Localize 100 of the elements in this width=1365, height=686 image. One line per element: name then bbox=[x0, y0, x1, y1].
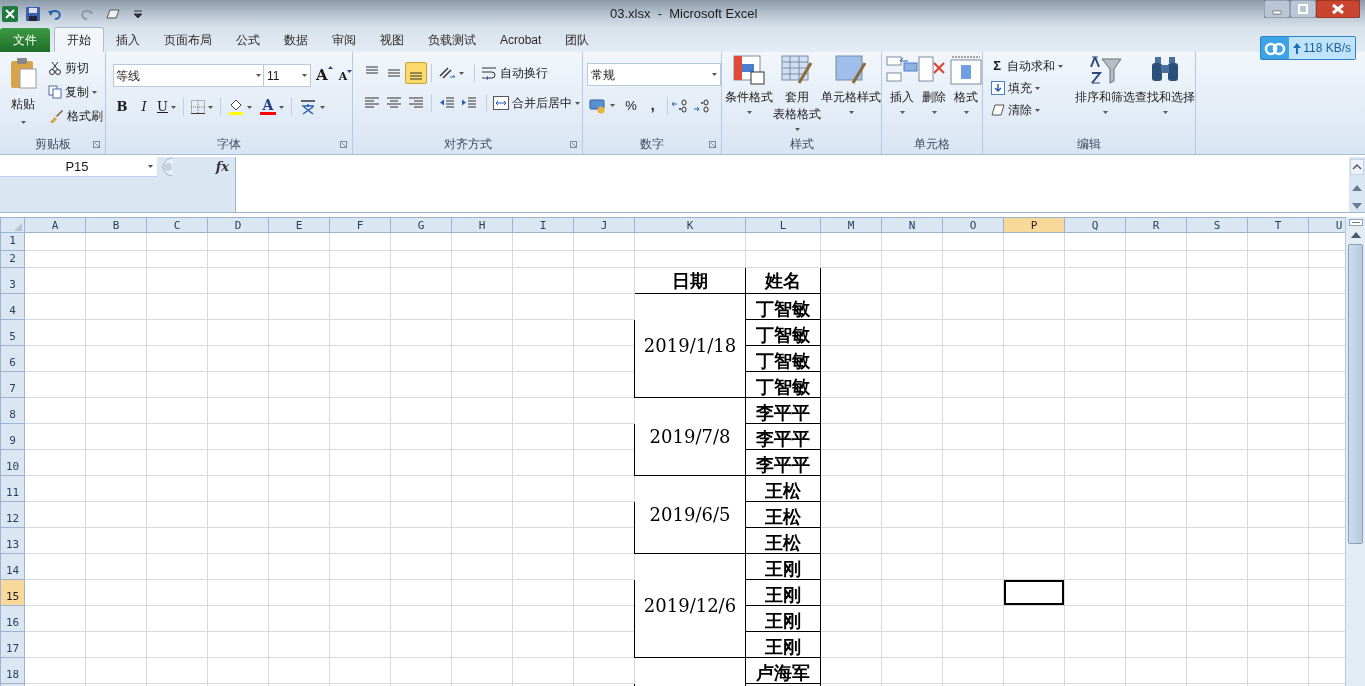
redo-icon[interactable] bbox=[80, 7, 94, 20]
paste-button[interactable]: 粘贴 bbox=[4, 52, 42, 134]
selected-cell[interactable] bbox=[1003, 579, 1065, 606]
italic-button[interactable]: I bbox=[135, 97, 153, 117]
scroll-thumb[interactable] bbox=[1348, 244, 1363, 544]
font-name-field[interactable]: 等线 bbox=[113, 64, 264, 87]
column-header[interactable]: K bbox=[634, 217, 746, 233]
borders-button[interactable] bbox=[190, 97, 213, 117]
undo-icon[interactable] bbox=[48, 7, 62, 20]
underline-button[interactable]: U bbox=[157, 97, 176, 117]
column-header[interactable]: Q bbox=[1064, 217, 1126, 233]
ribbon-button[interactable]: 删除 bbox=[918, 52, 951, 130]
column-header[interactable]: I bbox=[512, 217, 574, 233]
increase-decimal-icon[interactable] bbox=[671, 98, 688, 113]
row-header[interactable]: 15 bbox=[0, 579, 25, 606]
column-header[interactable]: L bbox=[745, 217, 821, 233]
expand-handle-icon[interactable] bbox=[159, 158, 173, 176]
select-all-corner[interactable] bbox=[0, 217, 25, 233]
close-button[interactable] bbox=[1316, 0, 1360, 18]
ribbon-tab[interactable]: 数据 bbox=[272, 28, 320, 52]
ribbon-tab[interactable]: 文件 bbox=[0, 28, 50, 52]
column-header[interactable]: M bbox=[820, 217, 882, 233]
font-size-field[interactable]: 11 bbox=[264, 64, 311, 87]
ribbon-button[interactable]: 插入 bbox=[886, 52, 919, 130]
row-header[interactable]: 9 bbox=[0, 423, 25, 450]
ribbon-button[interactable]: 填充 bbox=[989, 78, 1076, 98]
row-header[interactable]: 11 bbox=[0, 475, 25, 502]
row-header[interactable]: 13 bbox=[0, 527, 25, 554]
autosum-button[interactable]: Σ 自动求和 bbox=[989, 56, 1076, 76]
ribbon-button[interactable]: 单元格样式 bbox=[821, 52, 882, 130]
dialog-launcher-icon[interactable] bbox=[709, 141, 717, 148]
ribbon-button[interactable]: 套用 表格格式 bbox=[773, 52, 822, 130]
row-header[interactable]: 12 bbox=[0, 501, 25, 528]
ribbon-button[interactable]: 查找和选择 bbox=[1135, 52, 1196, 130]
bold-button[interactable]: B bbox=[113, 97, 131, 117]
ribbon-button[interactable]: 剪切 bbox=[46, 58, 105, 78]
row-header[interactable]: 6 bbox=[0, 345, 25, 372]
column-header[interactable]: B bbox=[85, 217, 147, 233]
insert-function-button[interactable]: fx bbox=[215, 157, 229, 177]
customize-menu-icon[interactable] bbox=[134, 9, 142, 18]
column-header[interactable]: U bbox=[1308, 217, 1345, 233]
row-header[interactable]: 10 bbox=[0, 449, 25, 476]
ribbon-tab[interactable]: 公式 bbox=[224, 28, 272, 52]
ribbon-button[interactable]: 格式 bbox=[950, 52, 983, 130]
column-header[interactable]: A bbox=[24, 217, 86, 233]
comma-button[interactable]: , bbox=[650, 95, 655, 116]
column-header[interactable]: R bbox=[1125, 217, 1187, 233]
ribbon-button[interactable]: 条件格式 bbox=[725, 52, 774, 130]
shrink-font-button[interactable]: A bbox=[338, 65, 353, 86]
ribbon-tab[interactable]: 视图 bbox=[368, 28, 416, 52]
grow-font-button[interactable]: A bbox=[316, 64, 333, 87]
column-header[interactable]: F bbox=[329, 217, 391, 233]
ribbon-tab[interactable]: 审阅 bbox=[320, 28, 368, 52]
column-header[interactable]: S bbox=[1186, 217, 1248, 233]
phonetic-guide-button[interactable] bbox=[298, 97, 325, 117]
column-header[interactable]: E bbox=[268, 217, 330, 233]
restore-button[interactable] bbox=[1290, 0, 1316, 18]
column-header[interactable]: J bbox=[573, 217, 635, 233]
ribbon-tab[interactable]: Acrobat bbox=[488, 28, 554, 52]
ribbon-tab[interactable]: 负载测试 bbox=[416, 28, 488, 52]
ribbon-button[interactable]: 排序和筛选 bbox=[1075, 52, 1136, 130]
column-header[interactable]: T bbox=[1247, 217, 1309, 233]
dialog-launcher-icon[interactable] bbox=[93, 141, 100, 148]
row-header[interactable]: 4 bbox=[0, 293, 25, 320]
minimize-button[interactable] bbox=[1264, 0, 1290, 18]
ribbon-tab[interactable]: 页面布局 bbox=[152, 28, 224, 52]
number-format-field[interactable]: 常规 bbox=[587, 63, 722, 86]
scroll-down-icon[interactable] bbox=[1352, 203, 1362, 209]
ribbon-button[interactable]: 合并后居中 bbox=[491, 93, 583, 113]
column-header[interactable]: P bbox=[1003, 217, 1065, 233]
name-box[interactable]: P15 bbox=[0, 157, 157, 177]
decrease-decimal-icon[interactable] bbox=[693, 98, 710, 113]
ribbon-tab[interactable]: 插入 bbox=[104, 28, 152, 52]
vertical-scrollbar[interactable] bbox=[1345, 217, 1365, 686]
column-header[interactable]: O bbox=[942, 217, 1004, 233]
formula-input[interactable] bbox=[236, 157, 1349, 212]
row-header[interactable]: 3 bbox=[0, 267, 25, 294]
ribbon-button[interactable]: 清除 bbox=[989, 100, 1076, 120]
fill-color-button[interactable] bbox=[227, 97, 252, 117]
bottom-align-button[interactable] bbox=[405, 62, 428, 84]
font-color-button[interactable]: A bbox=[259, 97, 284, 117]
ribbon-button[interactable]: 格式刷 bbox=[46, 106, 105, 126]
eraser-icon[interactable] bbox=[106, 8, 120, 19]
dialog-launcher-icon[interactable] bbox=[340, 141, 348, 148]
row-header[interactable]: 18 bbox=[0, 657, 25, 684]
ribbon-tab[interactable]: 开始 bbox=[54, 27, 104, 52]
percent-button[interactable]: % bbox=[625, 95, 637, 116]
row-header[interactable]: 16 bbox=[0, 605, 25, 632]
row-header[interactable]: 17 bbox=[0, 631, 25, 658]
column-header[interactable]: N bbox=[881, 217, 943, 233]
ribbon-button[interactable]: 自动换行 bbox=[479, 63, 551, 83]
save-icon[interactable] bbox=[26, 6, 40, 21]
column-header[interactable]: H bbox=[451, 217, 513, 233]
row-header[interactable]: 8 bbox=[0, 397, 25, 424]
ribbon-button[interactable]: 复制 bbox=[46, 82, 105, 102]
row-header[interactable]: 14 bbox=[0, 553, 25, 580]
column-header[interactable]: C bbox=[146, 217, 208, 233]
row-header[interactable]: 5 bbox=[0, 319, 25, 346]
row-header[interactable]: 7 bbox=[0, 371, 25, 398]
column-header[interactable]: D bbox=[207, 217, 269, 233]
